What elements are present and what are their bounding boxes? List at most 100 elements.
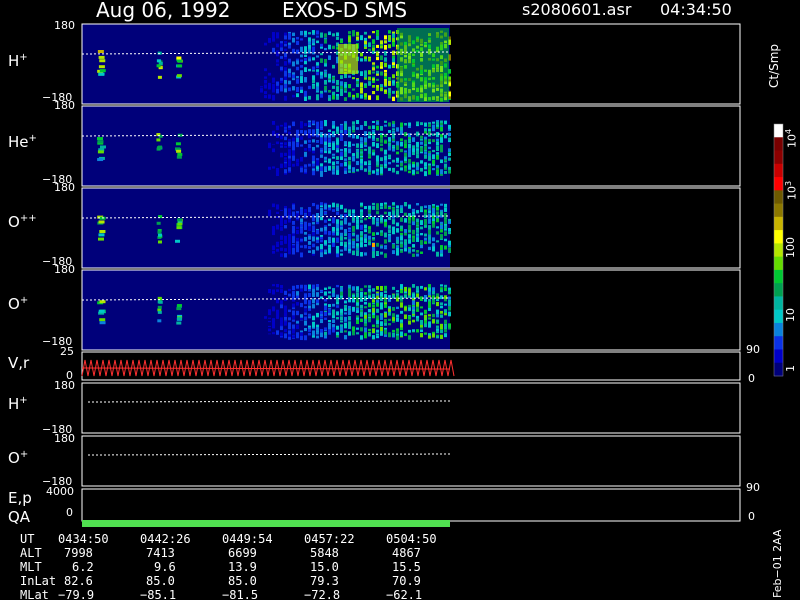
spectrogram-cell <box>268 227 271 233</box>
spectrogram-cell <box>268 57 271 62</box>
spectrogram-cell <box>396 145 399 150</box>
spectrogram-cell <box>308 121 311 126</box>
spectrogram-cell <box>416 121 419 125</box>
spectrogram-cell <box>308 68 311 72</box>
spectrogram-cell <box>420 240 423 245</box>
spectrogram-cell <box>380 292 383 297</box>
spectrogram-cell <box>284 80 287 84</box>
spectrogram-cell <box>328 204 331 208</box>
spectrogram-cell <box>376 286 379 290</box>
spectrogram-cell <box>272 231 275 236</box>
spectrogram-cell <box>336 32 339 37</box>
spectrogram-cell <box>316 40 319 44</box>
spectrogram-cell <box>372 238 375 241</box>
spectrogram-cell <box>156 64 161 68</box>
spectrogram-cell <box>99 230 106 234</box>
spectrogram-cell <box>176 307 182 311</box>
spectrogram-cell <box>388 146 391 151</box>
spectrogram-cell <box>392 244 395 249</box>
spectrogram-cell <box>388 229 391 234</box>
spectrogram-cell <box>424 309 427 314</box>
spectrogram-cell <box>396 317 399 322</box>
spectrogram-cell <box>336 219 339 225</box>
spectrogram-cell <box>268 318 271 321</box>
spectrogram-cell <box>260 168 263 172</box>
spectrogram-cell <box>440 203 443 206</box>
spectrogram-cell <box>248 42 251 47</box>
spectrogram-cell <box>344 312 347 315</box>
spectrogram-cell <box>376 324 379 328</box>
spectrogram-cell <box>256 81 259 86</box>
spectrogram-cell <box>320 163 323 167</box>
spectrogram-cell <box>276 32 279 37</box>
spectrogram-cell <box>448 306 451 311</box>
spectrogram-cell <box>320 32 323 38</box>
spectrogram-cell <box>320 92 323 98</box>
spectrogram-cell <box>392 149 395 152</box>
spectrogram-cell <box>304 164 307 168</box>
spectrogram-cell <box>372 67 375 71</box>
spectrogram-cell <box>380 331 383 336</box>
spectrogram-cell <box>324 81 327 85</box>
spectrogram-cell <box>344 322 347 326</box>
spectrogram-cell <box>320 212 323 217</box>
spectrogram-cell <box>328 231 331 236</box>
spectrogram-cell <box>397 28 449 102</box>
spectrogram-cell <box>288 141 291 147</box>
spectrogram-cell <box>444 134 447 139</box>
spectrogram-cell <box>348 75 351 78</box>
spectrogram-cell <box>384 329 387 335</box>
spectrogram-cell <box>368 81 371 86</box>
spectrogram-cell <box>336 317 339 320</box>
spectrogram-cell <box>296 86 299 92</box>
spectrogram-cell <box>412 306 415 310</box>
spectrogram-cell <box>304 312 307 316</box>
spectrogram-cell <box>308 49 311 53</box>
spectrogram-cell <box>292 236 295 241</box>
spectrogram-cell <box>388 217 391 220</box>
spectrogram-cell <box>268 293 271 298</box>
spectrogram-cell <box>416 221 419 225</box>
spectrogram-cell <box>408 219 411 224</box>
spectrogram-cell <box>284 123 287 128</box>
spectrogram-cell <box>436 319 439 323</box>
spectrogram-cell <box>408 316 411 320</box>
spectrogram-cell <box>276 284 279 288</box>
spectrogram-cell <box>376 232 379 235</box>
spectrogram-cell <box>384 69 387 73</box>
spectrogram-cell <box>248 245 251 249</box>
spectrogram-cell <box>256 141 259 145</box>
spectrogram-cell <box>304 96 307 101</box>
spectrogram-cell <box>376 335 379 339</box>
spectrogram-cell <box>384 163 387 167</box>
spectrogram-cell <box>392 286 395 290</box>
spectrogram-cell <box>420 285 423 289</box>
spectrogram-cell <box>276 135 279 138</box>
spectrogram-cell <box>360 52 363 57</box>
spectrogram-cell <box>336 325 339 330</box>
spectrogram-cell <box>344 241 347 245</box>
spectrogram-cell <box>328 167 331 171</box>
spectrogram-cell <box>284 159 287 163</box>
spectrogram-cell <box>428 287 431 292</box>
spectrogram-cell <box>276 224 279 230</box>
spectrogram-cell <box>316 299 319 303</box>
spectrogram-cell <box>308 44 311 49</box>
spectrogram-cell <box>300 144 303 147</box>
spectrogram-cell <box>280 321 283 326</box>
spectrogram-cell <box>376 125 379 131</box>
spectrogram-cell <box>324 317 327 320</box>
spectrogram-cell <box>288 247 291 252</box>
spectrogram-cell <box>420 138 423 141</box>
spectrogram-cell <box>284 67 287 71</box>
spectrogram-cell <box>360 327 363 332</box>
spectrogram-cell <box>264 318 267 322</box>
spectrogram-cell <box>364 285 367 288</box>
spectrogram-cell <box>280 300 283 305</box>
spectrogram-cell <box>364 235 367 239</box>
spectrogram-cell <box>300 156 303 162</box>
spectrogram-cell <box>288 131 291 135</box>
spectrogram-cell <box>376 87 379 91</box>
spectrogram-cell <box>280 47 283 51</box>
spectrogram-cell <box>392 159 395 163</box>
